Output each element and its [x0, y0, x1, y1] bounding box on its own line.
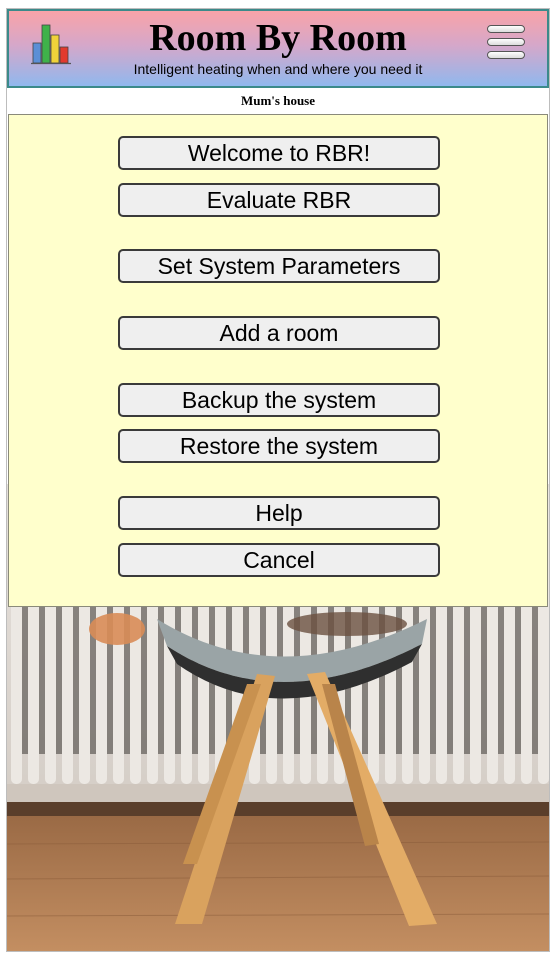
menu-bar-top	[487, 25, 525, 33]
evaluate-button[interactable]: Evaluate RBR	[118, 183, 440, 217]
system-menu-panel: Welcome to RBR! Evaluate RBR Set System …	[8, 114, 548, 607]
app-frame: Room By Room Intelligent heating when an…	[6, 8, 550, 952]
set-system-parameters-button[interactable]: Set System Parameters	[118, 249, 440, 283]
backup-button[interactable]: Backup the system	[118, 383, 440, 417]
location-name: Mum's house	[7, 88, 549, 114]
app-subtitle: Intelligent heating when and where you n…	[133, 61, 423, 77]
add-room-button[interactable]: Add a room	[118, 316, 440, 350]
menu-bar-middle	[487, 38, 525, 46]
cancel-button[interactable]: Cancel	[118, 543, 440, 577]
app-header: Room By Room Intelligent heating when an…	[7, 9, 549, 88]
menu-bar-bottom	[487, 51, 525, 59]
welcome-button[interactable]: Welcome to RBR!	[118, 136, 440, 170]
hamburger-menu-icon[interactable]	[487, 23, 527, 63]
restore-button[interactable]: Restore the system	[118, 429, 440, 463]
help-button[interactable]: Help	[118, 496, 440, 530]
app-title: Room By Room	[149, 17, 407, 59]
